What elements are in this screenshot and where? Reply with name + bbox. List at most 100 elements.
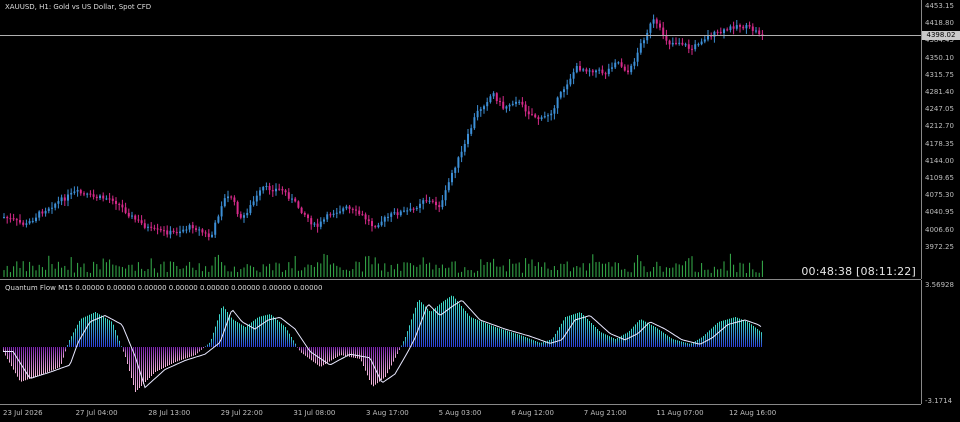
volume-bar (93, 261, 95, 277)
histogram-bar (369, 347, 370, 380)
histogram-bar (427, 308, 428, 347)
volume-bar (333, 263, 335, 277)
volume-bar (681, 265, 683, 277)
histogram-bar (239, 323, 240, 347)
histogram-bar (351, 347, 352, 358)
histogram-bar (353, 347, 354, 358)
candle (719, 27, 722, 35)
volume-bar (361, 271, 363, 277)
candle (403, 206, 405, 213)
histogram-bar (429, 310, 430, 347)
candle (111, 195, 114, 205)
volume-bar (67, 269, 69, 277)
candle (604, 71, 607, 79)
histogram-bar (87, 315, 88, 347)
candle (313, 221, 316, 227)
histogram-bar (281, 323, 282, 347)
volume-bar (249, 265, 251, 277)
candle-timer: 00:48:38 [08:11:22] (801, 265, 916, 278)
histogram-bar (649, 323, 650, 347)
histogram-bar (59, 347, 60, 368)
candle (25, 219, 28, 228)
volume-bar (707, 269, 709, 277)
histogram-bar (279, 321, 280, 347)
candle (412, 207, 415, 213)
candle (332, 209, 335, 218)
histogram-bar (661, 331, 662, 347)
volume-bar (486, 262, 488, 277)
volume-bar (573, 267, 575, 277)
candle (358, 206, 361, 216)
candlestick-chart[interactable] (0, 0, 921, 279)
price-axis[interactable]: 4453.15 4418.80 4384.45 4350.10 4315.75 4281.… (922, 0, 960, 421)
candle (342, 206, 345, 215)
volume-bar (659, 266, 661, 277)
candle (745, 22, 748, 34)
histogram-bar (213, 332, 214, 347)
histogram-bar (341, 347, 342, 356)
histogram-bar (121, 346, 122, 347)
candle (6, 215, 9, 224)
histogram-bar (747, 321, 748, 347)
histogram-bar (675, 339, 676, 347)
price-pane[interactable] (0, 0, 922, 279)
candle (86, 192, 89, 198)
volume-bar (579, 267, 581, 277)
volume-bar (349, 270, 351, 277)
histogram-bar (679, 340, 680, 347)
volume-bar (557, 270, 559, 277)
time-axis[interactable]: 23 Jul 2026 27 Jul 04:00 28 Jul 13:00 29 Ju… (0, 404, 921, 422)
candle (217, 214, 220, 224)
volume-bar (77, 262, 79, 277)
histogram-bar (335, 347, 336, 358)
indicator-pane[interactable] (0, 280, 922, 404)
volume-bar (326, 255, 328, 277)
candle (246, 208, 249, 218)
histogram-bar (719, 321, 720, 347)
volume-bar (384, 263, 386, 277)
oscillator-chart[interactable] (0, 280, 921, 404)
histogram-bar (527, 337, 528, 347)
candle (150, 222, 153, 232)
histogram-bar (309, 347, 310, 359)
volume-bar (697, 272, 699, 277)
histogram-bar (297, 347, 298, 348)
histogram-bar (89, 314, 90, 347)
volume-bar (611, 266, 613, 277)
histogram-bar (507, 330, 508, 347)
volume-bar (301, 270, 303, 277)
candle (435, 196, 437, 210)
histogram-bar (671, 338, 672, 347)
histogram-bar (293, 340, 294, 347)
volume-bar (582, 263, 584, 277)
candle (175, 227, 178, 236)
histogram-bar (621, 335, 622, 347)
histogram-bar (311, 347, 312, 361)
histogram-bar (389, 347, 390, 370)
histogram-bar (531, 339, 532, 347)
histogram-bar (583, 315, 584, 347)
volume-bar (477, 270, 479, 277)
candle (723, 28, 725, 39)
histogram-bar (95, 312, 96, 347)
volume-bar (237, 272, 239, 277)
histogram-bar (73, 332, 74, 347)
volume-bar (451, 261, 453, 277)
candle (732, 21, 735, 35)
histogram-bar (457, 301, 458, 347)
volume-bar (397, 263, 399, 277)
histogram-bar (371, 347, 372, 385)
volume-bar (563, 264, 565, 277)
candle (380, 216, 383, 227)
volume-bar (96, 264, 98, 277)
candle (463, 139, 466, 156)
histogram-bar (145, 347, 146, 382)
volume-bar (121, 266, 123, 277)
chart-window[interactable]: 23 Jul 2026 27 Jul 04:00 28 Jul 13:00 29 Ju… (0, 0, 960, 421)
histogram-bar (187, 347, 188, 358)
price-axis-label: 4144.00 (925, 156, 954, 165)
histogram-bar (585, 317, 586, 347)
candle (211, 231, 213, 238)
volume-bar (339, 267, 341, 277)
candle (134, 214, 137, 223)
